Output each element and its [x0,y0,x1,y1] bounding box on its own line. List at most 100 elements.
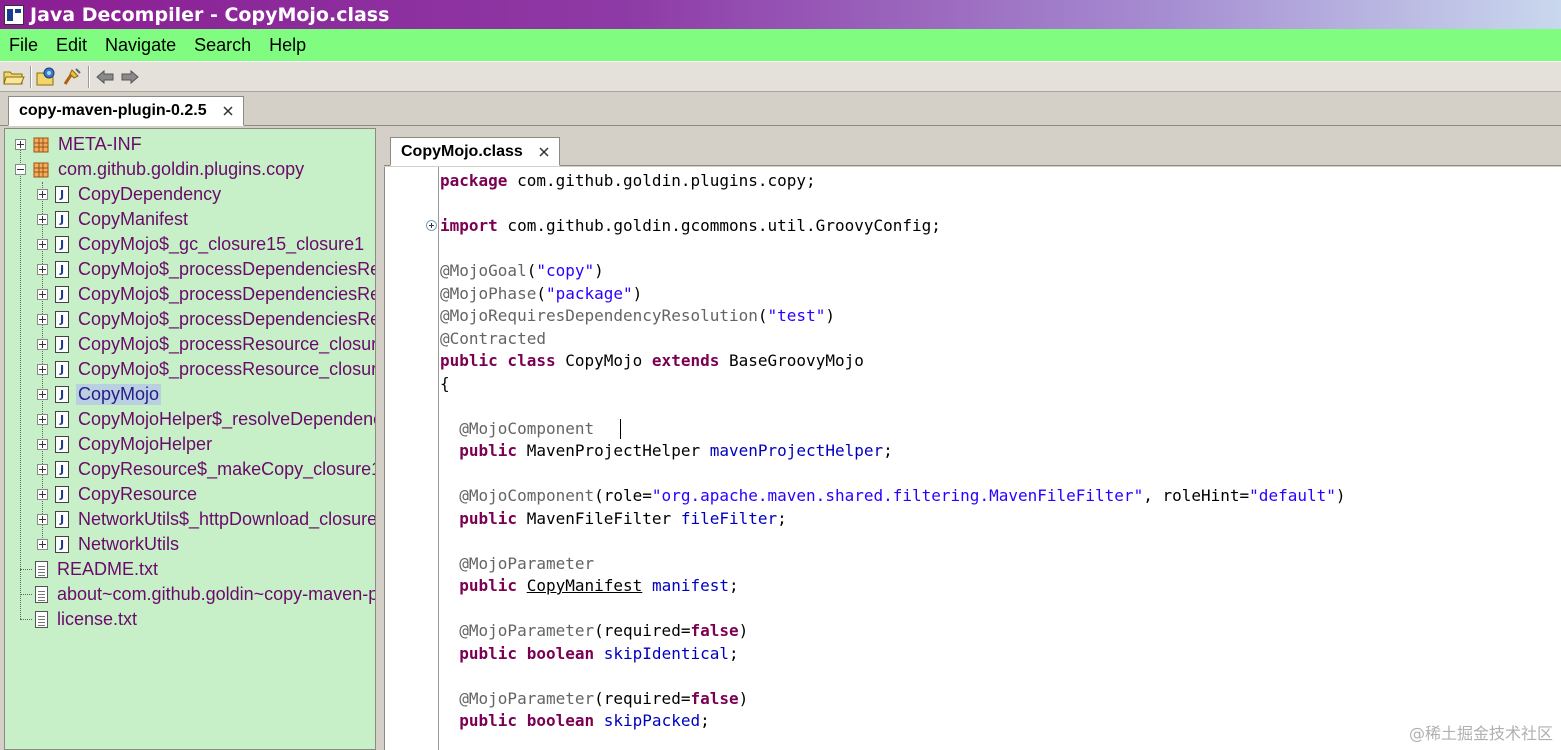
expand-icon[interactable] [37,489,48,500]
java-class-icon: J [55,236,69,253]
java-class-icon: J [55,311,69,328]
java-class-icon: J [55,486,69,503]
java-class-icon: J [55,511,69,528]
tree-item-class[interactable]: J CopyMojo$_gc_closure15_closure1 [37,232,366,257]
code-line: public boolean skipIdentical; [440,643,739,665]
search-icon[interactable] [60,65,84,89]
code-text: MavenProjectHelper [517,441,710,460]
tree-item-class[interactable]: J CopyMojo$_processResource_closure [37,332,375,357]
code-line: public MavenFileFilter fileFilter; [440,508,787,530]
tree-item-label: CopyMojo$_processResource_closure [78,359,376,379]
code-text: ; [883,441,893,460]
open-file-icon[interactable] [2,65,26,89]
tree-item-class[interactable]: J CopyMojoHelper [37,432,214,457]
tree-item-class[interactable]: J NetworkUtils$_httpDownload_closure1 [37,507,376,532]
expand-icon[interactable] [37,189,48,200]
menu-search[interactable]: Search [188,35,263,56]
expand-icon[interactable] [37,364,48,375]
expand-icon[interactable] [37,214,48,225]
menu-help[interactable]: Help [263,35,318,56]
expand-icon[interactable] [37,239,48,250]
tree-item-class[interactable]: J CopyMojo$_processDependenciesRes [37,257,376,282]
tree-item-file[interactable]: README.txt [15,557,160,582]
expand-icon[interactable] [37,439,48,450]
close-icon[interactable] [221,104,235,118]
tree-item-class[interactable]: J CopyManifest [37,207,190,232]
tree-item-label: CopyMojo$_processDependenciesRes [78,284,376,304]
code-string: "default" [1249,486,1336,505]
tree-item-label: CopyMojo$_processDependenciesRes [78,309,376,329]
code-text: ( [536,283,546,303]
title-bar[interactable]: Java Decompiler - CopyMojo.class [0,0,1561,29]
archive-tab-strip: copy-maven-plugin-0.2.5 [0,92,1561,126]
tree-item-file[interactable]: about~com.github.goldin~copy-maven-p [15,582,375,607]
code-line: @MojoGoal("copy") [440,260,604,282]
tree-item-file[interactable]: license.txt [15,607,139,632]
expand-icon[interactable] [37,464,48,475]
tree-item-class[interactable]: J CopyMojo$_processDependenciesRes [37,282,376,307]
panel-splitter[interactable] [377,128,383,750]
tree-item-class[interactable]: J CopyMojoHelper$_resolveDependenci [37,407,375,432]
java-class-icon: J [55,186,69,203]
java-class-icon: J [55,411,69,428]
package-icon [33,162,49,177]
expand-icon[interactable] [37,389,48,400]
menu-navigate[interactable]: Navigate [99,35,188,56]
tree-item-class[interactable]: J CopyMojo [37,382,162,407]
java-class-icon: J [55,336,69,353]
tree-item-label: CopyMojo [76,384,162,405]
forward-icon[interactable] [118,65,142,89]
java-class-icon: J [55,461,69,478]
tree-item-class[interactable]: J CopyMojo$_processResource_closure [37,357,376,382]
expand-icon[interactable] [37,289,48,300]
tree-item-package[interactable]: META-INF [15,132,144,157]
code-type-link[interactable]: CopyManifest [527,576,643,595]
fold-expand-icon[interactable] [426,220,437,231]
expand-icon[interactable] [37,514,48,525]
code-field: fileFilter [680,508,778,528]
editor-gutter-line [438,167,439,750]
tree-item-class[interactable]: J CopyResource [37,482,199,507]
code-text: ; [729,643,739,663]
code-text: CopyMojo [555,351,652,370]
close-icon[interactable] [537,145,551,159]
source-editor[interactable]: package com.github.goldin.plugins.copy; i… [384,167,1561,750]
expand-icon[interactable] [37,539,48,550]
code-text: com.github.goldin.plugins.copy; [507,171,816,190]
package-tree: META-INF com.github.goldin.plugins.copy J C… [4,128,376,750]
expand-icon[interactable] [37,414,48,425]
expand-icon[interactable] [15,139,26,150]
back-icon[interactable] [93,65,117,89]
tree-item-class[interactable]: J NetworkUtils [37,532,181,557]
expand-icon[interactable] [37,339,48,350]
code-line: @MojoParameter(required=false) [440,688,748,710]
menu-edit[interactable]: Edit [50,35,99,56]
tree-item-class[interactable]: J CopyDependency [37,182,223,207]
open-type-icon[interactable] [35,65,59,89]
editor-tab-strip: CopyMojo.class [384,128,1561,166]
tree-item-label: CopyManifest [78,209,189,229]
tree-item-package[interactable]: com.github.goldin.plugins.copy [15,157,306,182]
tab-archive[interactable]: copy-maven-plugin-0.2.5 [8,96,244,126]
code-text: (required= [594,621,691,640]
tree-item-class[interactable]: J CopyMojo$_processDependenciesRes [37,307,376,332]
expand-icon[interactable] [37,314,48,325]
code-line: import com.github.goldin.gcommons.util.G… [440,215,941,237]
java-class-icon: J [55,361,69,378]
menu-file[interactable]: File [3,35,50,56]
tree-item-label: NetworkUtils$_httpDownload_closure1 [78,509,376,529]
expand-icon[interactable] [37,264,48,275]
collapse-icon[interactable] [15,164,26,175]
code-line: @MojoRequiresDependencyResolution("test"… [440,305,835,327]
tab-editor-copymojo[interactable]: CopyMojo.class [390,137,560,166]
window-title: Java Decompiler - CopyMojo.class [30,3,390,26]
code-field: skipPacked [603,711,701,730]
code-text: ) [738,621,749,640]
tree-item-class[interactable]: J CopyResource$_makeCopy_closure1_ [37,457,375,482]
tree-item-label: CopyMojo$_processDependenciesRes [78,259,376,279]
code-keyword: public [459,576,518,595]
